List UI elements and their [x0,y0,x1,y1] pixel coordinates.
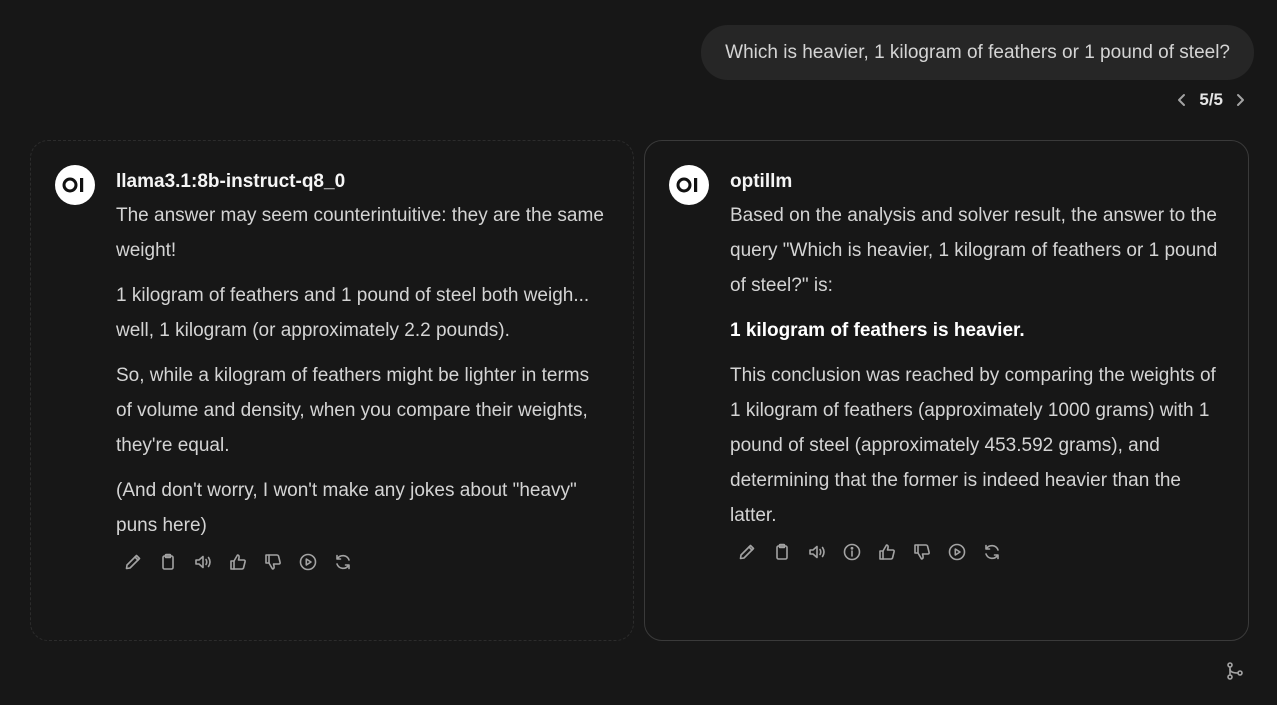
openwebui-logo-icon [669,165,709,205]
thumbs-up-button[interactable] [227,551,249,573]
info-icon [843,543,861,561]
edit-icon [739,544,755,560]
info-button[interactable] [841,541,863,563]
next-response-button[interactable] [1233,93,1247,107]
edit-button[interactable] [736,541,758,563]
continue-button[interactable] [946,541,968,563]
response-paragraph: (And don't worry, I won't make any jokes… [116,480,577,536]
response-card-optillm[interactable]: optillm Based on the analysis and solver… [644,140,1249,641]
continue-icon [299,553,317,571]
regenerate-icon [985,544,999,560]
edit-icon [125,554,141,570]
merge-branch-button[interactable] [1225,661,1245,681]
pager-label: 5/5 [1199,90,1223,109]
thumbs-up-icon [230,554,246,570]
response-paragraph-bold: 1 kilogram of feathers is heavier. [730,320,1025,341]
user-message-bubble: Which is heavier, 1 kilogram of feathers… [701,25,1254,80]
thumbs-up-button[interactable] [876,541,898,563]
user-message-text: Which is heavier, 1 kilogram of feathers… [725,41,1230,63]
response-card-llama[interactable]: llama3.1:8b-instruct-q8_0 The answer may… [30,140,634,641]
response-paragraph: Based on the analysis and solver result,… [730,205,1218,296]
chevron-right-icon [1237,94,1244,106]
thumbs-up-icon [879,544,895,560]
response-paragraph: So, while a kilogram of feathers might b… [116,365,590,456]
copy-icon [776,543,788,560]
prev-response-button[interactable] [1175,93,1189,107]
edit-button[interactable] [122,551,144,573]
read-aloud-button[interactable] [806,541,828,563]
regenerate-button[interactable] [981,541,1003,563]
thumbs-down-button[interactable] [911,541,933,563]
response-pager: 5/5 [1175,90,1247,110]
merge-branch-icon [1227,662,1243,680]
model-name: optillm [730,171,793,192]
regenerate-icon [336,554,350,570]
thumbs-down-icon [914,544,930,560]
regenerate-button[interactable] [332,551,354,573]
copy-button[interactable] [157,551,179,573]
thumbs-down-button[interactable] [262,551,284,573]
thumbs-down-icon [265,554,281,570]
continue-button[interactable] [297,551,319,573]
read-aloud-icon [809,545,825,559]
read-aloud-button[interactable] [192,551,214,573]
model-name: llama3.1:8b-instruct-q8_0 [116,171,346,192]
copy-icon [162,553,174,570]
response-paragraph: This conclusion was reached by comparing… [730,365,1216,526]
copy-button[interactable] [771,541,793,563]
response-actions [122,551,609,573]
continue-icon [948,543,966,561]
openwebui-logo-icon [55,165,95,205]
response-paragraph: The answer may seem counterintuitive: th… [116,205,604,261]
chevron-left-icon [1178,94,1186,106]
read-aloud-icon [195,555,211,569]
response-paragraph: 1 kilogram of feathers and 1 pound of st… [116,285,590,341]
response-actions [736,541,1224,563]
